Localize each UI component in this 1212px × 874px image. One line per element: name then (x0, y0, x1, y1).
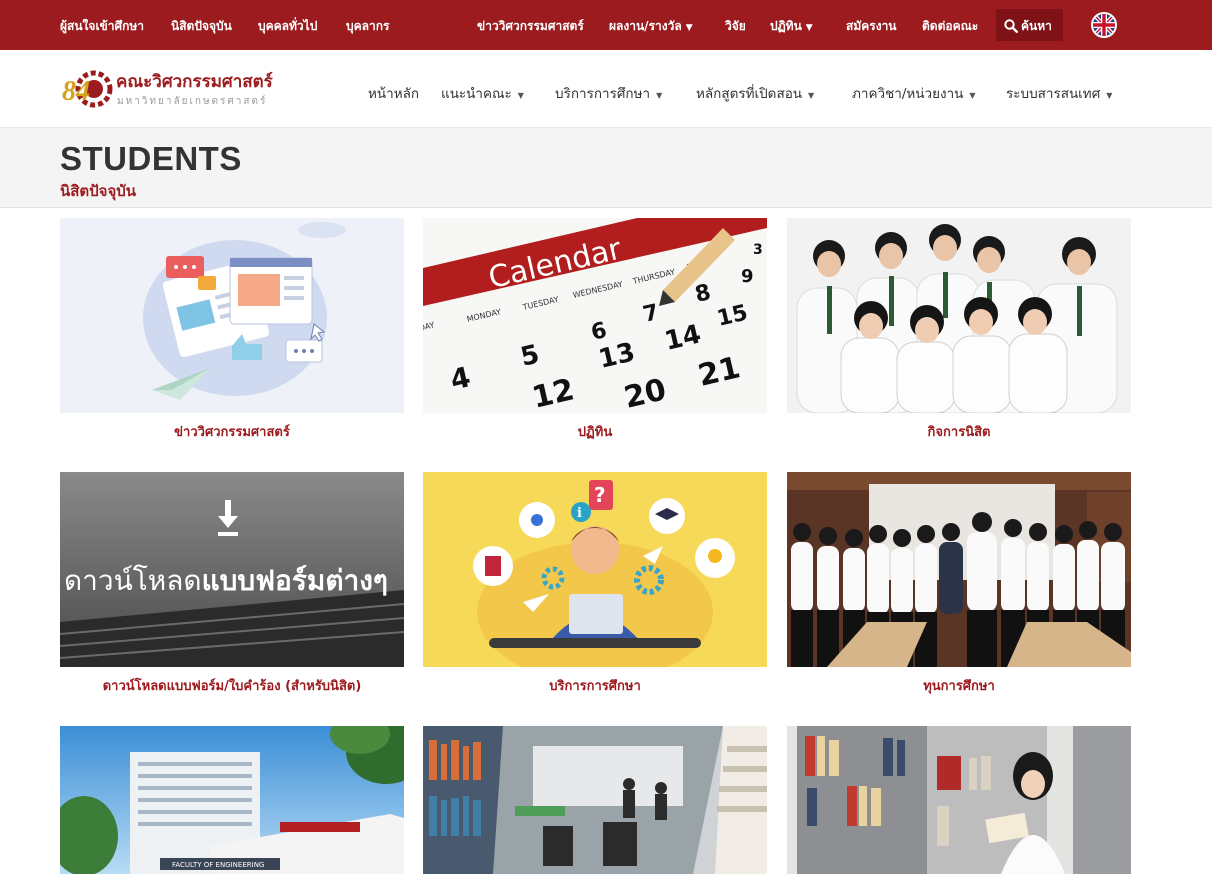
scholarship-ceremony-photo (787, 472, 1131, 667)
topbar-link-research[interactable]: วิจัย (725, 17, 746, 36)
building-sign-text: FACULTY OF ENGINEERING (172, 861, 264, 869)
caret-down-icon: ▼ (808, 91, 815, 100)
nav-info-label: ระบบสารสนเทศ (1006, 86, 1101, 102)
page-title-band: STUDENTS นิสิตปัจจุบัน (0, 128, 1212, 208)
page-subtitle: นิสิตปัจจุบัน (60, 182, 137, 200)
card-label: ดาวน์โหลดแบบฟอร์ม/ใบคำร้อง (สำหรับนิสิต) (102, 679, 362, 694)
topbar-awards-label: ผลงาน/รางวัล (609, 19, 682, 33)
caret-down-icon: ▼ (656, 91, 663, 100)
nav-departments-label: ภาควิชา/หน่วยงาน (852, 86, 964, 102)
topbar-link-contact[interactable]: ติดต่อคณะ (922, 17, 978, 36)
nav-information-systems[interactable]: ระบบสารสนเทศ ▼ (1006, 82, 1112, 104)
top-utility-bar: ผู้สนใจเข้าศึกษา นิสิตปัจจุบัน บุคคลทั่ว… (0, 0, 1212, 50)
news-illustration-image (60, 218, 404, 413)
topbar-calendar-label: ปฏิทิน (770, 19, 802, 33)
calendar-image: Calendar DAY MONDAY TUESDAY WEDNESDAY TH… (423, 218, 767, 413)
calendar-number: 9 (741, 266, 754, 287)
search-icon (1004, 19, 1019, 34)
faculty-logo[interactable]: 84 คณะวิศวกรรมศาสตร์ มหาวิทยาลัยเกษตรศาส… (60, 64, 310, 114)
library-student-photo (787, 726, 1131, 874)
svg-text:?: ? (594, 483, 606, 507)
nav-home[interactable]: หน้าหลัก (368, 82, 419, 104)
logo-number: 84 (62, 76, 90, 107)
logo-title: คณะวิศวกรรมศาสตร์ (116, 72, 273, 92)
topbar-link-general-public[interactable]: บุคคลทั่วไป (258, 17, 317, 36)
card-label: ปฏิทิน (577, 425, 613, 440)
page-title: STUDENTS (60, 140, 242, 177)
card-label: บริการการศึกษา (549, 679, 641, 694)
nav-departments[interactable]: ภาควิชา/หน่วยงาน ▼ (852, 82, 976, 104)
calendar-number: 3 (753, 242, 763, 258)
topbar-link-news[interactable]: ข่าววิศวกรรมศาสตร์ (477, 17, 584, 36)
nav-about[interactable]: แนะนำคณะ ▼ (441, 82, 524, 104)
topbar-link-current-students[interactable]: นิสิตปัจจุบัน (171, 17, 232, 36)
nav-programs[interactable]: หลักสูตรที่เปิดสอน ▼ (696, 82, 814, 104)
nav-about-label: แนะนำคณะ (441, 86, 512, 102)
library-gym-collage-photo (423, 726, 767, 874)
caret-down-icon: ▼ (685, 23, 693, 33)
card-label: ทุนการศึกษา (923, 679, 995, 694)
main-header: 84 คณะวิศวกรรมศาสตร์ มหาวิทยาลัยเกษตรศาส… (0, 50, 1212, 128)
education-services-illustration: ? i (423, 472, 767, 667)
download-forms-image: ดาวน์โหลดแบบฟอร์มต่างๆ (60, 472, 404, 667)
nav-education-label: บริการการศึกษา (555, 86, 651, 102)
nav-programs-label: หลักสูตรที่เปิดสอน (696, 86, 803, 102)
caret-down-icon: ▼ (517, 91, 524, 100)
topbar-menu-calendar[interactable]: ปฏิทิน ▼ (770, 17, 813, 36)
download-image-text-bold: แบบฟอร์มต่างๆ (202, 564, 388, 597)
svg-text:ดาวน์โหลดแบบฟอร์มต่างๆ: ดาวน์โหลดแบบฟอร์มต่างๆ (64, 564, 388, 597)
search-label: ค้นหา (1021, 19, 1052, 33)
topbar-menu-awards[interactable]: ผลงาน/รางวัล ▼ (609, 17, 693, 36)
students-group-photo (787, 218, 1131, 413)
topbar-link-jobs[interactable]: สมัครงาน (846, 17, 897, 36)
card-label: กิจการนิสิต (927, 425, 991, 440)
download-image-text-light: ดาวน์โหลด (64, 564, 202, 597)
caret-down-icon: ▼ (969, 91, 976, 100)
search-button[interactable]: ค้นหา (996, 9, 1063, 41)
nav-education-services[interactable]: บริการการศึกษา ▼ (555, 82, 662, 104)
card-label: ข่าววิศวกรรมศาสตร์ (174, 425, 290, 440)
topbar-link-prospective[interactable]: ผู้สนใจเข้าศึกษา (60, 17, 144, 36)
faculty-building-photo: FACULTY OF ENGINEERING (60, 726, 404, 874)
uk-flag-icon[interactable] (1091, 12, 1117, 38)
topbar-link-staff[interactable]: บุคลากร (346, 17, 389, 36)
svg-text:i: i (577, 506, 582, 521)
caret-down-icon: ▼ (1106, 91, 1113, 100)
caret-down-icon: ▼ (805, 23, 813, 33)
faculty-gear-logo-icon: 84 (62, 70, 113, 108)
logo-subtitle: มหาวิทยาลัยเกษตรศาสตร์ (117, 96, 268, 107)
